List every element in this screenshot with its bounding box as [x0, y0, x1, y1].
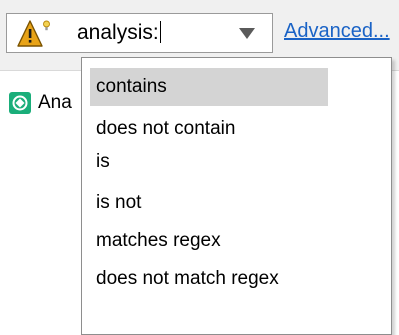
- warning-lightbulb-icon[interactable]: [17, 19, 51, 49]
- analysis-icon: [9, 92, 31, 114]
- filter-input-text[interactable]: analysis:: [77, 20, 161, 46]
- tab-label: Ana: [38, 92, 72, 113]
- advanced-link[interactable]: Advanced...: [284, 20, 390, 43]
- menu-item-is-not[interactable]: is not: [90, 184, 328, 222]
- operator-menu: contains does not contain is is not matc…: [81, 57, 392, 335]
- menu-item-is[interactable]: is: [90, 143, 328, 181]
- menu-item-matches-regex[interactable]: matches regex: [90, 222, 328, 260]
- menu-item-contains[interactable]: contains: [90, 68, 328, 106]
- triangle-down-icon[interactable]: [234, 24, 260, 42]
- window: analysis: Advanced... Ana contains does …: [0, 0, 399, 335]
- text-caret: [159, 21, 161, 43]
- filter-input[interactable]: analysis:: [6, 13, 273, 53]
- menu-item-does-not-match-regex[interactable]: does not match regex: [90, 260, 328, 298]
